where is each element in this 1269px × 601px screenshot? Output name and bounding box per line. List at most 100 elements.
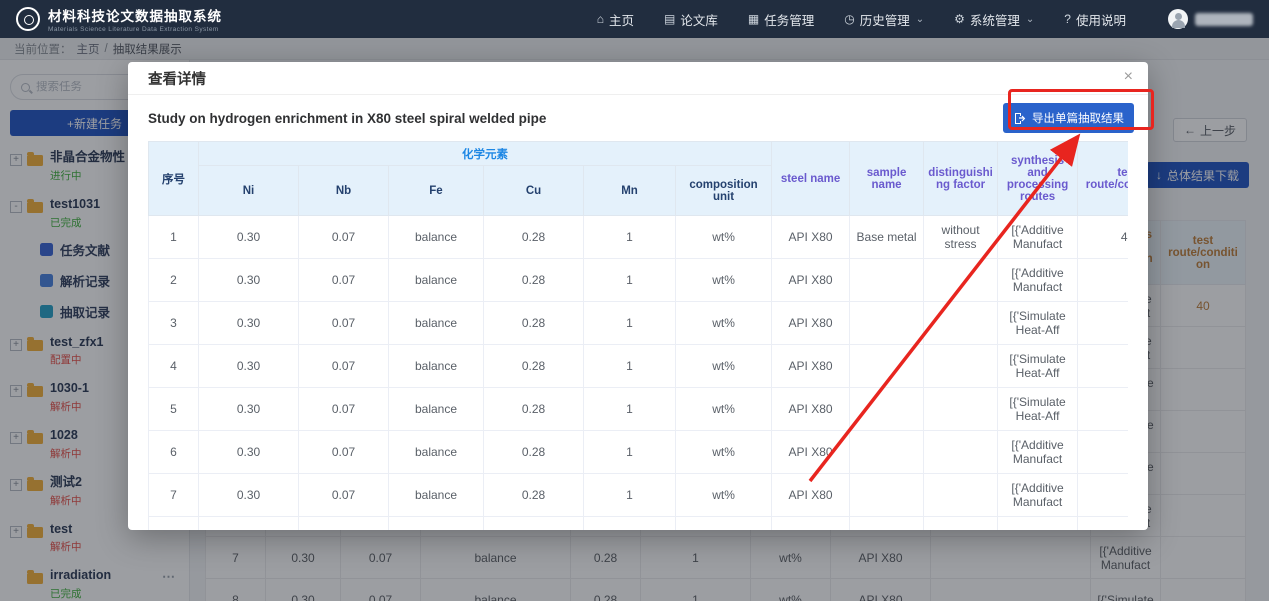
cell-fe: balance xyxy=(389,302,484,345)
col-header-nb: Nb xyxy=(299,166,389,216)
cell-distinguishing-factor xyxy=(924,345,998,388)
col-header-composition-unit: composition unit xyxy=(676,166,772,216)
col-header-fe: Fe xyxy=(389,166,484,216)
cell-mn: 1 xyxy=(584,431,676,474)
cell-sample-name xyxy=(850,345,924,388)
cell-ni: 0.30 xyxy=(199,388,299,431)
cell-nb: 0.07 xyxy=(299,216,389,259)
paper-title: Study on hydrogen enrichment in X80 stee… xyxy=(148,111,546,126)
help-icon: ? xyxy=(1064,12,1071,26)
modal-table-container: 序号 化学元素 steel name sample name distingui… xyxy=(148,141,1128,530)
result-row: 1 0.30 0.07 balance 0.28 1 wt% API X80 B… xyxy=(149,216,1129,259)
col-header-cu: Cu xyxy=(484,166,584,216)
nav-item-history-management[interactable]: ◷ 历史管理 ⌄ xyxy=(844,10,924,29)
nav-menu: ⌂ 主页 ▤ 论文库 ▦ 任务管理 ◷ 历史管理 ⌄ ⚙ 系统管理 ⌄ ? 使用… xyxy=(597,9,1253,29)
close-icon[interactable]: × xyxy=(1124,69,1133,85)
cell-fe: balance xyxy=(389,388,484,431)
cell-steel-name: API X80 xyxy=(772,474,850,517)
cell-fe: balance xyxy=(389,345,484,388)
cell-index: 5 xyxy=(149,388,199,431)
col-header-index: 序号 xyxy=(149,142,199,216)
col-header-mn: Mn xyxy=(584,166,676,216)
cell-mn: 1 xyxy=(584,302,676,345)
cell-nb: 0.07 xyxy=(299,259,389,302)
nav-item-system-management[interactable]: ⚙ 系统管理 ⌄ xyxy=(954,10,1034,29)
cell-steel-name: API X80 xyxy=(772,431,850,474)
library-icon: ▤ xyxy=(664,12,675,26)
cell-distinguishing-factor xyxy=(924,302,998,345)
cell-synthesis-routes: [{'Simulate xyxy=(998,517,1078,531)
cell-distinguishing-factor xyxy=(924,474,998,517)
view-details-modal: 查看详情 × Study on hydrogen enrichment in X… xyxy=(128,62,1148,530)
cell-fe: balance xyxy=(389,259,484,302)
col-header-test-route: test route/condition xyxy=(1078,142,1128,216)
result-row: 5 0.30 0.07 balance 0.28 1 wt% API X80 [… xyxy=(149,388,1129,431)
nav-item-help[interactable]: ? 使用说明 xyxy=(1064,10,1126,29)
cell-test-route: 40 xyxy=(1078,216,1128,259)
app-subtitle: Materials Science Literature Data Extrac… xyxy=(48,26,222,33)
cell-test-route xyxy=(1078,474,1128,517)
cell-steel-name: API X80 xyxy=(772,216,850,259)
col-header-distinguishing-factor: distinguishing factor xyxy=(924,142,998,216)
export-single-result-button[interactable]: 导出单篇抽取结果 xyxy=(1003,103,1134,133)
extraction-results-table: 序号 化学元素 steel name sample name distingui… xyxy=(148,141,1128,530)
cell-fe: balance xyxy=(389,431,484,474)
cell-fe: balance xyxy=(389,474,484,517)
cell-sample-name: Base metal xyxy=(850,216,924,259)
task-icon: ▦ xyxy=(748,12,759,26)
cell-sample-name xyxy=(850,302,924,345)
app-title: 材料科技论文数据抽取系统 xyxy=(48,5,222,25)
user-menu[interactable] xyxy=(1168,9,1253,29)
cell-sample-name xyxy=(850,517,924,531)
chevron-down-icon: ⌄ xyxy=(916,14,924,25)
result-row: 2 0.30 0.07 balance 0.28 1 wt% API X80 [… xyxy=(149,259,1129,302)
nav-item-home[interactable]: ⌂ 主页 xyxy=(597,10,634,29)
cell-sample-name xyxy=(850,259,924,302)
cell-distinguishing-factor xyxy=(924,388,998,431)
cell-steel-name: API X80 xyxy=(772,388,850,431)
result-row: 4 0.30 0.07 balance 0.28 1 wt% API X80 [… xyxy=(149,345,1129,388)
cell-cu: 0.28 xyxy=(484,302,584,345)
cell-sample-name xyxy=(850,474,924,517)
cell-synthesis-routes: [{'Additive Manufact xyxy=(998,474,1078,517)
cell-unit: wt% xyxy=(676,216,772,259)
cell-distinguishing-factor xyxy=(924,517,998,531)
cell-distinguishing-factor xyxy=(924,431,998,474)
cell-test-route xyxy=(1078,388,1128,431)
cell-cu: 0.28 xyxy=(484,474,584,517)
nav-item-task-management[interactable]: ▦ 任务管理 xyxy=(748,10,814,29)
top-navbar: 材料科技论文数据抽取系统 Materials Science Literatur… xyxy=(0,0,1269,38)
cell-mn: 1 xyxy=(584,388,676,431)
col-header-sample-name: sample name xyxy=(850,142,924,216)
cell-synthesis-routes: [{'Simulate Heat-Aff xyxy=(998,388,1078,431)
home-icon: ⌂ xyxy=(597,12,604,26)
cell-mn: 1 xyxy=(584,345,676,388)
col-header-synthesis-routes: synthesis and processing routes xyxy=(998,142,1078,216)
cell-index: 7 xyxy=(149,474,199,517)
cell-ni: 0.30 xyxy=(199,474,299,517)
cell-distinguishing-factor xyxy=(924,259,998,302)
cell-cu: 0.28 xyxy=(484,431,584,474)
cell-mn: 1 xyxy=(584,517,676,531)
nav-item-paper-library[interactable]: ▤ 论文库 xyxy=(664,10,718,29)
cell-steel-name: API X80 xyxy=(772,302,850,345)
gear-icon: ⚙ xyxy=(954,12,965,26)
cell-cu: 0.28 xyxy=(484,517,584,531)
cell-test-route xyxy=(1078,302,1128,345)
cell-ni: 0.30 xyxy=(199,216,299,259)
result-row: 8 0.30 0.07 balance 0.28 1 wt% API X80 [… xyxy=(149,517,1129,531)
cell-synthesis-routes: [{'Additive Manufact xyxy=(998,216,1078,259)
history-icon: ◷ xyxy=(844,12,854,26)
avatar xyxy=(1168,9,1188,29)
modal-header: 查看详情 xyxy=(128,62,1148,95)
cell-cu: 0.28 xyxy=(484,345,584,388)
cell-test-route xyxy=(1078,517,1128,531)
cell-synthesis-routes: [{'Simulate Heat-Aff xyxy=(998,345,1078,388)
cell-synthesis-routes: [{'Additive Manufact xyxy=(998,431,1078,474)
cell-nb: 0.07 xyxy=(299,474,389,517)
group-header-row: 序号 化学元素 steel name sample name distingui… xyxy=(149,142,1129,166)
cell-ni: 0.30 xyxy=(199,302,299,345)
cell-mn: 1 xyxy=(584,216,676,259)
cell-steel-name: API X80 xyxy=(772,259,850,302)
cell-sample-name xyxy=(850,388,924,431)
